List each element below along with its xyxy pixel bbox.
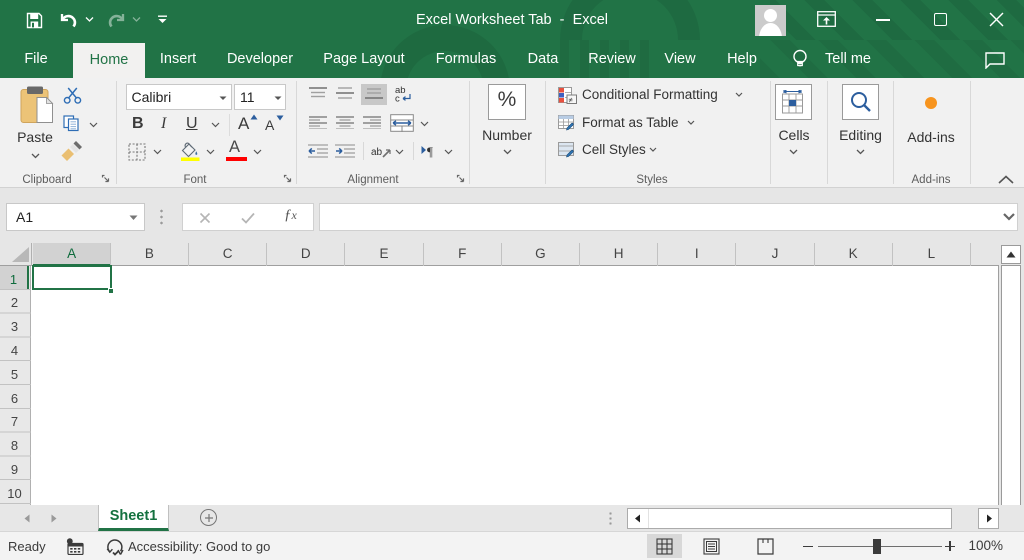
svg-text:c: c [395,94,400,103]
svg-text:¶: ¶ [427,144,433,158]
svg-text:≠: ≠ [569,96,573,105]
svg-text:ab: ab [371,147,383,158]
